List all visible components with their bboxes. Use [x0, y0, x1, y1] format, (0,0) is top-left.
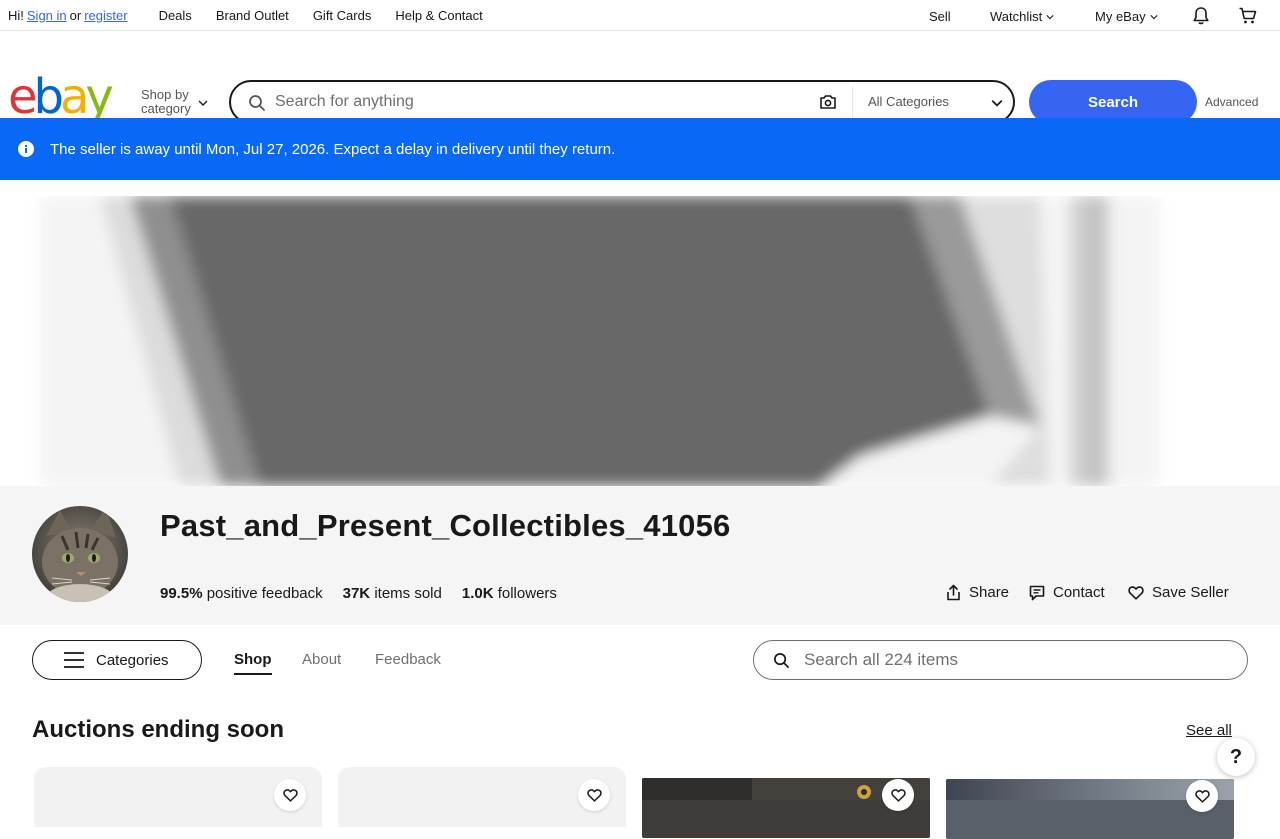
auction-card[interactable] [946, 779, 1234, 839]
contact-button[interactable]: Contact [1029, 584, 1105, 601]
my-ebay-label: My eBay [1095, 9, 1146, 24]
chevron-down-icon [1046, 14, 1054, 19]
banner-message: The seller is away until Mon, Jul 27, 20… [50, 140, 616, 158]
billboard-image [0, 196, 1280, 486]
top-nav: Hi! Sign in or register Deals Brand Outl… [0, 0, 1280, 31]
save-seller-button[interactable]: Save Seller [1128, 584, 1229, 601]
greeting: Hi! Sign in or register [8, 8, 128, 23]
tab-about[interactable]: About [302, 651, 341, 668]
store-search-input[interactable] [804, 650, 1224, 670]
tab-shop[interactable]: Shop [234, 651, 272, 675]
feedback-value: 99.5% [160, 585, 203, 602]
items-sold-value: 37K [342, 585, 371, 602]
categories-label: Categories [96, 651, 169, 669]
store-header: Past_and_Present_Collectibles_41056 99.5… [0, 486, 1280, 625]
tab-feedback[interactable]: Feedback [375, 651, 441, 668]
watch-button[interactable] [578, 779, 610, 811]
chevron-down-icon [991, 100, 1003, 107]
seller-away-banner: The seller is away until Mon, Jul 27, 20… [0, 118, 1280, 180]
sell-link[interactable]: Sell [929, 9, 951, 24]
shop-by-line1: Shop by [141, 87, 189, 102]
auction-card[interactable] [642, 778, 930, 838]
watchlist-link[interactable]: Watchlist [990, 9, 1054, 24]
store-billboard [0, 196, 1280, 486]
feedback-label: positive feedback [206, 585, 323, 602]
see-all-link[interactable]: See all [1186, 722, 1232, 739]
divider [852, 86, 853, 118]
shop-by-line2: category [141, 101, 191, 116]
camera-icon[interactable] [819, 94, 837, 110]
items-sold-label: items sold [374, 585, 442, 602]
search-icon [249, 95, 265, 111]
contact-label: Contact [1053, 584, 1105, 601]
or-text: or [69, 7, 82, 23]
watch-button[interactable] [882, 779, 914, 811]
search-input[interactable] [275, 91, 805, 113]
deals-link[interactable]: Deals [159, 8, 192, 23]
cat-avatar-image [32, 506, 128, 602]
help-contact-link[interactable]: Help & Contact [395, 8, 482, 23]
menu-icon [64, 652, 84, 668]
chevron-down-icon [198, 100, 208, 106]
heart-icon [1194, 790, 1210, 803]
watch-button[interactable] [274, 779, 306, 811]
cart-icon[interactable] [1238, 6, 1258, 26]
greeting-text: Hi! [8, 7, 24, 23]
followers-label: followers [497, 585, 557, 602]
watchlist-label: Watchlist [990, 9, 1043, 24]
ebay-logo[interactable]: ebay [8, 75, 126, 123]
store-stats: 99.5% positive feedback 37K items sold 1… [160, 585, 557, 602]
chevron-down-icon [1149, 14, 1158, 19]
notification-bell-icon[interactable] [1191, 6, 1211, 26]
share-label: Share [969, 584, 1010, 601]
info-icon [18, 141, 34, 157]
auction-card[interactable] [338, 767, 626, 827]
items-sold-stat: 37K items sold [343, 585, 442, 602]
search-icon [774, 653, 789, 668]
sign-in-link[interactable]: Sign in [27, 8, 67, 23]
share-icon [947, 584, 960, 601]
followers-stat: 1.0K followers [462, 585, 557, 602]
register-link[interactable]: register [84, 8, 127, 23]
advanced-search-link[interactable]: Advanced [1205, 95, 1258, 109]
heart-icon [1128, 586, 1144, 600]
category-select[interactable]: All Categories [868, 94, 949, 109]
my-ebay-link[interactable]: My eBay [1095, 9, 1158, 24]
watch-button[interactable] [1186, 780, 1218, 812]
store-avatar[interactable] [32, 506, 128, 602]
store-search-box [753, 640, 1248, 680]
shop-by-category-button[interactable]: Shop by category [141, 88, 191, 116]
top-nav-links: Deals Brand Outlet Gift Cards Help & Con… [159, 8, 483, 23]
save-seller-label: Save Seller [1152, 584, 1229, 601]
header: ebay Shop by category All Categories Sea… [0, 31, 1280, 124]
brand-outlet-link[interactable]: Brand Outlet [216, 8, 289, 23]
help-button[interactable]: ? [1217, 738, 1255, 776]
svg-text:ebay: ebay [8, 75, 112, 123]
followers-value: 1.0K [461, 585, 494, 602]
gift-cards-link[interactable]: Gift Cards [313, 8, 372, 23]
feedback-stat[interactable]: 99.5% positive feedback [160, 585, 323, 602]
auction-card[interactable] [34, 767, 322, 827]
store-name: Past_and_Present_Collectibles_41056 [160, 508, 731, 543]
auctions-title: Auctions ending soon [32, 716, 284, 743]
message-icon [1029, 585, 1045, 600]
share-button[interactable]: Share [946, 584, 1009, 601]
categories-button[interactable]: Categories [32, 640, 202, 680]
